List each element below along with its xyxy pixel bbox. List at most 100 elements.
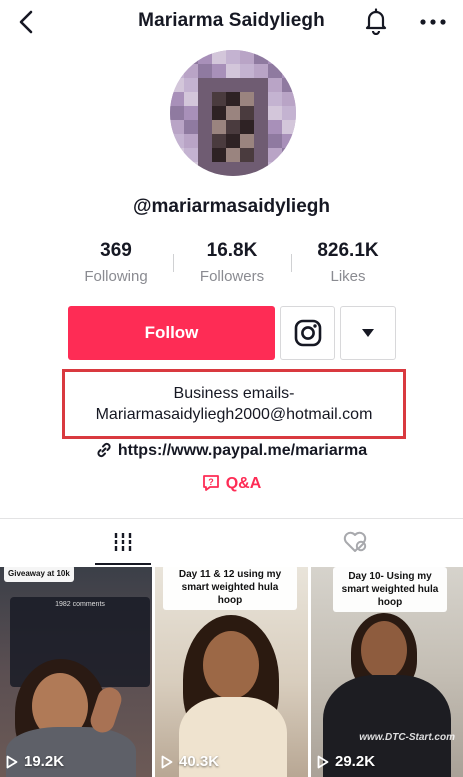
avatar-pixel bbox=[198, 120, 212, 134]
caret-down-icon bbox=[362, 329, 374, 337]
avatar-pixel bbox=[226, 148, 240, 162]
avatar-pixel bbox=[170, 106, 184, 120]
avatar-pixel bbox=[198, 106, 212, 120]
avatar-pixel bbox=[240, 78, 254, 92]
avatar-pixel bbox=[282, 134, 296, 148]
suggested-accounts-button[interactable] bbox=[340, 306, 396, 360]
avatar-pixel bbox=[268, 78, 282, 92]
bio-link[interactable]: https://www.paypal.me/mariarma bbox=[0, 442, 463, 460]
stat-followers[interactable]: 16.8K Followers bbox=[172, 240, 292, 285]
avatar-pixel bbox=[184, 148, 198, 162]
avatar-pixel bbox=[184, 64, 198, 78]
avatar-pixel bbox=[212, 134, 226, 148]
avatar-pixel bbox=[184, 78, 198, 92]
avatar-pixel bbox=[282, 120, 296, 134]
avatar-pixel bbox=[212, 64, 226, 78]
followers-count: 16.8K bbox=[206, 240, 258, 261]
stat-following[interactable]: 369 Following bbox=[56, 240, 176, 285]
avatar-pixel bbox=[282, 106, 296, 120]
avatar-pixel bbox=[198, 134, 212, 148]
video-thumbnail-2[interactable]: Day 11 & 12 using my smart weighted hula… bbox=[155, 567, 308, 777]
grid-icon bbox=[113, 533, 133, 551]
avatar-pixel bbox=[268, 134, 282, 148]
tab-videos[interactable] bbox=[0, 519, 246, 565]
view-count: 40.3K bbox=[161, 753, 219, 770]
avatar-pixel bbox=[170, 50, 184, 64]
avatar-pixel bbox=[254, 92, 268, 106]
view-count: 19.2K bbox=[6, 753, 64, 770]
bio-link-text: https://www.paypal.me/mariarma bbox=[117, 442, 368, 459]
avatar-pixel bbox=[170, 92, 184, 106]
tab-liked[interactable] bbox=[246, 519, 463, 565]
follow-button[interactable]: Follow bbox=[68, 306, 275, 360]
followers-label: Followers bbox=[199, 268, 265, 285]
avatar-pixel bbox=[212, 50, 226, 64]
avatar-pixel bbox=[282, 78, 296, 92]
avatar-pixel bbox=[268, 120, 282, 134]
avatar-pixel bbox=[268, 50, 282, 64]
avatar-pixel bbox=[184, 92, 198, 106]
following-count: 369 bbox=[100, 240, 132, 261]
avatar-pixel bbox=[240, 120, 254, 134]
more-dots-icon[interactable] bbox=[418, 8, 448, 36]
avatar-pixel bbox=[212, 148, 226, 162]
watermark: www.DTC-Start.com bbox=[359, 732, 455, 743]
avatar-pixel bbox=[226, 92, 240, 106]
liked-heart-icon bbox=[343, 531, 366, 552]
avatar-pixel bbox=[254, 148, 268, 162]
avatar-pixel bbox=[170, 64, 184, 78]
avatar-pixel bbox=[198, 92, 212, 106]
instagram-button[interactable] bbox=[280, 306, 335, 360]
avatar-pixel bbox=[254, 106, 268, 120]
avatar-pixel bbox=[184, 162, 198, 176]
avatar-pixel bbox=[254, 134, 268, 148]
avatar-pixel bbox=[226, 50, 240, 64]
video-thumbnail-1[interactable]: Giveaway at 10k 1982 comments 19.2K bbox=[0, 567, 152, 777]
avatar-pixel bbox=[268, 106, 282, 120]
avatar-pixel bbox=[184, 106, 198, 120]
avatar[interactable] bbox=[170, 50, 296, 176]
avatar-pixel bbox=[198, 148, 212, 162]
avatar-pixel bbox=[212, 162, 226, 176]
svg-text:?: ? bbox=[208, 477, 214, 487]
avatar-pixel bbox=[254, 78, 268, 92]
avatar-pixel bbox=[198, 50, 212, 64]
avatar-pixel bbox=[212, 120, 226, 134]
avatar-pixel bbox=[282, 92, 296, 106]
video-thumbnail-3[interactable]: Day 10- Using my smart weighted hula hoo… bbox=[311, 567, 463, 777]
avatar-pixel bbox=[240, 64, 254, 78]
avatar-pixel bbox=[282, 64, 296, 78]
avatar-pixel bbox=[254, 162, 268, 176]
avatar-pixel bbox=[282, 162, 296, 176]
view-count: 29.2K bbox=[317, 753, 375, 770]
avatar-pixel bbox=[268, 162, 282, 176]
play-icon bbox=[6, 755, 18, 768]
likes-label: Likes bbox=[330, 268, 366, 285]
comments-count: 1982 comments bbox=[55, 601, 105, 608]
link-icon bbox=[97, 442, 111, 458]
avatar-pixel bbox=[198, 64, 212, 78]
avatar-pixel bbox=[282, 50, 296, 64]
avatar-pixel bbox=[212, 78, 226, 92]
bio-line-2: Mariarmasaidyliegh2000@hotmail.com bbox=[95, 406, 373, 423]
avatar-pixel bbox=[212, 92, 226, 106]
avatar-pixel bbox=[184, 50, 198, 64]
play-icon bbox=[161, 755, 173, 768]
avatar-pixel bbox=[254, 120, 268, 134]
person-face bbox=[203, 631, 259, 699]
profile-title: Mariarma Saidyliegh bbox=[138, 10, 325, 31]
stat-likes: 826.1K Likes bbox=[288, 240, 408, 285]
avatar-pixel bbox=[170, 148, 184, 162]
avatar-pixel bbox=[170, 134, 184, 148]
avatar-pixel bbox=[268, 64, 282, 78]
avatar-pixel bbox=[170, 78, 184, 92]
avatar-pixel bbox=[226, 162, 240, 176]
bell-icon[interactable] bbox=[362, 7, 390, 36]
avatar-pixel bbox=[226, 64, 240, 78]
instagram-icon bbox=[294, 319, 321, 347]
avatar-pixel bbox=[240, 148, 254, 162]
qa-link[interactable]: ? Q&A bbox=[0, 474, 463, 493]
profile-handle: @mariarmasaidyliegh bbox=[132, 196, 330, 217]
video-caption: Day 11 & 12 using my smart weighted hula… bbox=[163, 567, 297, 610]
avatar-pixel bbox=[170, 162, 184, 176]
